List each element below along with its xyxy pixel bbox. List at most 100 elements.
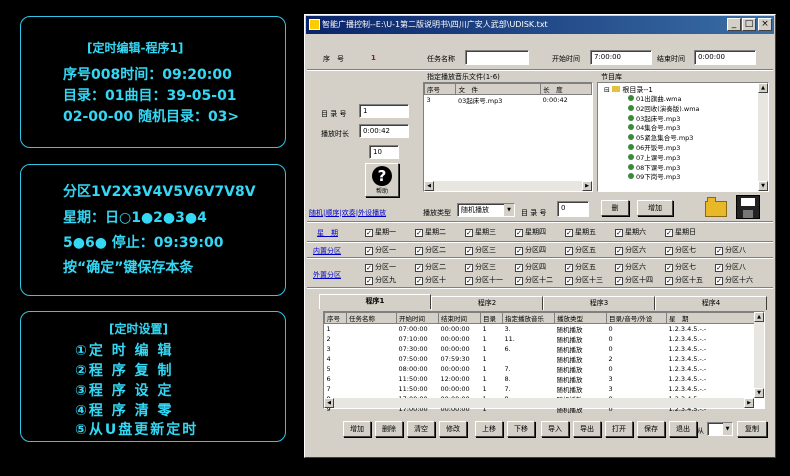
copy-button[interactable]: 复制	[737, 421, 767, 437]
checkbox-box[interactable]: ✓	[465, 229, 473, 237]
inner-zone-checkbox-1[interactable]: ✓ 分区一	[365, 245, 396, 255]
checkbox-box[interactable]: ✓	[615, 264, 623, 272]
checkbox-box[interactable]: ✓	[415, 247, 423, 255]
scroll-down-icon[interactable]: ▼	[754, 388, 764, 398]
title-bar[interactable]: 智能广播控制--E:\U-1第二版说明书\四川广安人武部\UDISK.txt _…	[306, 16, 774, 34]
close-button[interactable]: ×	[758, 18, 772, 31]
bottom-button-10[interactable]: 保存	[637, 421, 665, 437]
chevron-down-icon[interactable]: ▼	[723, 423, 732, 435]
col-header[interactable]: 指定播放音乐	[502, 312, 555, 324]
col-header[interactable]: 任务名称	[346, 312, 397, 324]
add-button[interactable]: 增加	[637, 200, 673, 216]
bottom-button-11[interactable]: 退出	[669, 421, 697, 437]
week-checkbox-6[interactable]: ✓ 星期六	[615, 227, 646, 237]
week-link[interactable]: 星 期	[317, 228, 338, 238]
col-header[interactable]: 目录/音号/外设	[606, 312, 667, 324]
tab-program-4[interactable]: 程序4	[655, 296, 767, 310]
outer-zone-checkbox-8[interactable]: ✓ 分区八	[715, 262, 746, 272]
scroll-up-icon[interactable]: ▲	[754, 312, 764, 322]
inner-zone-checkbox-2[interactable]: ✓ 分区二	[415, 245, 446, 255]
bottom-button-4[interactable]: 修改	[439, 421, 467, 437]
scroll-up-icon[interactable]: ▲	[758, 83, 768, 93]
checkbox-box[interactable]: ✓	[715, 247, 723, 255]
outer-zone-checkbox-2[interactable]: ✓ 分区二	[415, 262, 446, 272]
scroll-right-icon[interactable]: ▶	[744, 398, 754, 408]
checkbox-box[interactable]: ✓	[615, 277, 623, 285]
checkbox-box[interactable]: ✓	[565, 247, 573, 255]
inner-zone-checkbox-6[interactable]: ✓ 分区六	[615, 245, 646, 255]
table-row[interactable]: 3 03起床号.mp3 0:00:42	[425, 95, 592, 105]
checkbox-box[interactable]: ✓	[365, 277, 373, 285]
checkbox-box[interactable]: ✓	[415, 229, 423, 237]
delete-button[interactable]: 删	[601, 200, 629, 216]
inner-zone-checkbox-3[interactable]: ✓ 分区三	[465, 245, 496, 255]
tab-program-1[interactable]: 程序1	[319, 294, 431, 309]
week-checkbox-2[interactable]: ✓ 星期二	[415, 227, 446, 237]
save-disk-icon[interactable]	[736, 195, 760, 219]
checkbox-box[interactable]: ✓	[365, 264, 373, 272]
tree-item[interactable]: 04集合号.mp3	[628, 124, 700, 134]
outer-zone-b-checkbox-4[interactable]: ✓ 分区十二	[515, 275, 553, 285]
checkbox-box[interactable]: ✓	[515, 247, 523, 255]
week-checkbox-4[interactable]: ✓ 星期四	[515, 227, 546, 237]
inner-zone-checkbox-7[interactable]: ✓ 分区七	[665, 245, 696, 255]
checkbox-box[interactable]: ✓	[465, 247, 473, 255]
scroll-right-icon[interactable]: ▶	[582, 181, 592, 191]
week-checkbox-5[interactable]: ✓ 星期五	[565, 227, 596, 237]
checkbox-box[interactable]: ✓	[415, 264, 423, 272]
col-header[interactable]: 结束时间	[438, 312, 481, 324]
checkbox-box[interactable]: ✓	[465, 264, 473, 272]
scroll-left-icon[interactable]: ◀	[324, 398, 334, 408]
table-row[interactable]: 1 07:00:00 00:00:00 1 3. 随机播放 0 1.2.3.4.5.-.-	[325, 324, 755, 334]
playtype-select[interactable]: 随机播放 ▼	[457, 203, 515, 217]
outer-zone-checkbox-1[interactable]: ✓ 分区一	[365, 262, 396, 272]
outer-zone-link[interactable]: 外置分区	[313, 270, 341, 280]
vertical-scrollbar[interactable]: ▲ ▼	[758, 83, 768, 191]
tree-item[interactable]: 06开饭号.mp3	[628, 143, 700, 154]
duration-spin-input[interactable]: 10	[369, 145, 399, 159]
table-row[interactable]: 2 07:10:00 00:00:00 1 11. 随机播放 0 1.2.3.4.5.-.-	[325, 334, 755, 344]
bottom-button-6[interactable]: 下移	[507, 421, 535, 437]
table-row[interactable]: 7 11:50:00 00:00:00 1 7. 随机播放 3 1.2.3.4.5.-.-	[325, 384, 755, 394]
week-checkbox-1[interactable]: ✓ 星期一	[365, 227, 396, 237]
outer-zone-b-checkbox-8[interactable]: ✓ 分区十六	[715, 275, 753, 285]
checkbox-box[interactable]: ✓	[365, 229, 373, 237]
tree-item[interactable]: 09下岗号.mp3	[628, 173, 700, 183]
minimize-button[interactable]: _	[727, 18, 741, 31]
checkbox-box[interactable]: ✓	[465, 277, 473, 285]
task-name-input[interactable]	[465, 50, 529, 65]
checkbox-box[interactable]: ✓	[615, 247, 623, 255]
table-row[interactable]: 3 07:30:00 00:00:00 1 6. 随机播放 0 1.2.3.4.5.-.-	[325, 344, 755, 354]
directory-input[interactable]: 1	[359, 104, 409, 118]
help-button[interactable]: ? 帮助	[365, 163, 399, 197]
week-checkbox-3[interactable]: ✓ 星期三	[465, 227, 496, 237]
bottom-button-9[interactable]: 打开	[605, 421, 633, 437]
week-checkbox-7[interactable]: ✓ 星期日	[665, 227, 696, 237]
outer-zone-checkbox-4[interactable]: ✓ 分区四	[515, 262, 546, 272]
outer-zone-b-checkbox-7[interactable]: ✓ 分区十五	[665, 275, 703, 285]
bottom-button-3[interactable]: 清空	[407, 421, 435, 437]
inner-zone-checkbox-5[interactable]: ✓ 分区五	[565, 245, 596, 255]
checkbox-box[interactable]: ✓	[565, 264, 573, 272]
checkbox-box[interactable]: ✓	[665, 229, 673, 237]
outer-zone-b-checkbox-6[interactable]: ✓ 分区十四	[615, 275, 653, 285]
checkbox-box[interactable]: ✓	[515, 264, 523, 272]
open-folder-icon[interactable]	[705, 197, 727, 217]
end-time-input[interactable]: 0:00:00	[694, 50, 756, 65]
copy-from-select[interactable]: ▼	[707, 422, 733, 436]
outer-zone-b-checkbox-2[interactable]: ✓ 分区十	[415, 275, 446, 285]
checkbox-box[interactable]: ✓	[365, 247, 373, 255]
duration-input[interactable]: 0:00:42	[359, 124, 409, 138]
checkbox-box[interactable]: ✓	[515, 229, 523, 237]
checkbox-box[interactable]: ✓	[665, 247, 673, 255]
tree-item[interactable]: 01出旗曲.wma	[628, 95, 700, 105]
checkbox-box[interactable]: ✓	[515, 277, 523, 285]
outer-zone-b-checkbox-3[interactable]: ✓ 分区十一	[465, 275, 503, 285]
chevron-down-icon[interactable]: ▼	[504, 204, 514, 216]
bottom-button-5[interactable]: 上移	[475, 421, 503, 437]
outer-zone-b-checkbox-5[interactable]: ✓ 分区十三	[565, 275, 603, 285]
table-row[interactable]: 6 11:50:00 12:00:00 1 8. 随机播放 3 1.2.3.4.5.-.-	[325, 374, 755, 384]
dirno-input[interactable]: 0	[557, 201, 589, 217]
vertical-scrollbar[interactable]: ▲ ▼	[754, 312, 764, 398]
outer-zone-b-checkbox-1[interactable]: ✓ 分区九	[365, 275, 396, 285]
